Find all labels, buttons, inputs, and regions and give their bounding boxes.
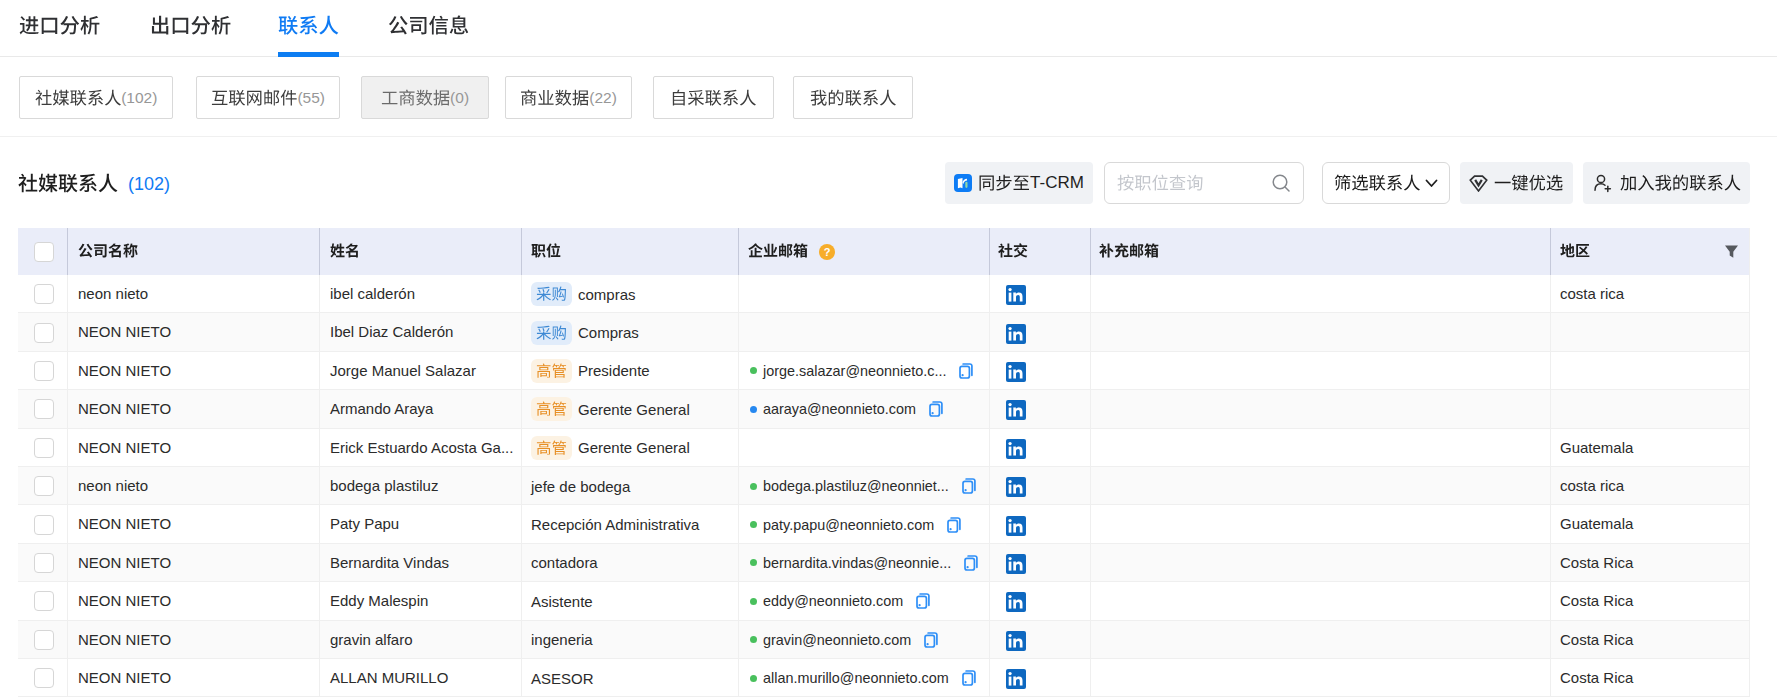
svg-text:?: ? [824,246,831,258]
